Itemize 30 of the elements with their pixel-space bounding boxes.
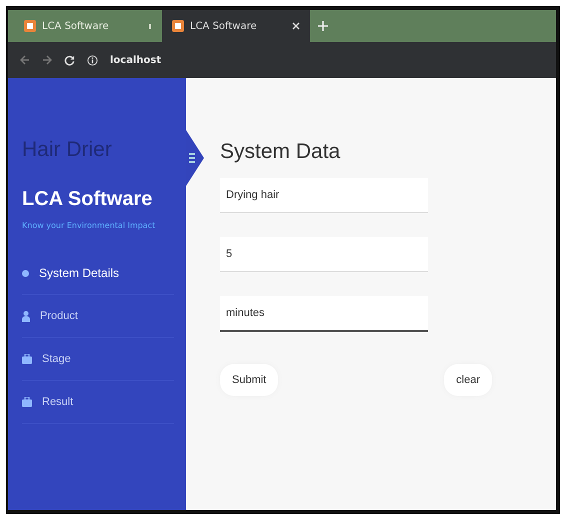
back-icon[interactable] <box>20 55 30 65</box>
sidebar-item[interactable]: Product <box>22 295 174 338</box>
input-field[interactable]: Drying hair <box>220 178 428 213</box>
brand-title: LCA Software <box>22 188 154 211</box>
page-title: System Data <box>220 140 342 164</box>
browser-tab[interactable]: LCA Software <box>162 10 310 42</box>
reload-icon[interactable] <box>64 54 75 66</box>
input-field[interactable]: 5 <box>220 237 428 272</box>
menu-icon[interactable] <box>186 130 204 186</box>
favicon-icon <box>24 20 36 32</box>
dot-icon <box>22 270 29 276</box>
new-tab-icon[interactable] <box>318 21 328 31</box>
info-icon[interactable] <box>87 54 98 66</box>
person-icon <box>22 310 30 322</box>
favicon-icon <box>172 20 184 32</box>
briefcase-icon <box>22 397 32 407</box>
tab-title: LCA Software <box>42 20 110 32</box>
briefcase-icon <box>22 354 32 364</box>
tagline: Know your Environmental Impact <box>22 221 156 230</box>
tab-title: LCA Software <box>190 20 258 32</box>
sidebar-item[interactable]: System Details <box>22 252 174 295</box>
sidebar-item[interactable]: Stage <box>22 338 174 381</box>
url-field[interactable]: localhost <box>110 54 162 66</box>
browser-tab[interactable]: LCA Software <box>14 10 162 42</box>
input-field[interactable]: minutes <box>220 296 428 332</box>
project-name: Hair Drier <box>22 138 113 162</box>
sidebar-item[interactable]: Result <box>22 381 174 424</box>
forward-icon[interactable] <box>42 55 52 65</box>
form-button[interactable]: Submit <box>220 364 278 396</box>
form-button[interactable]: clear <box>444 364 492 396</box>
